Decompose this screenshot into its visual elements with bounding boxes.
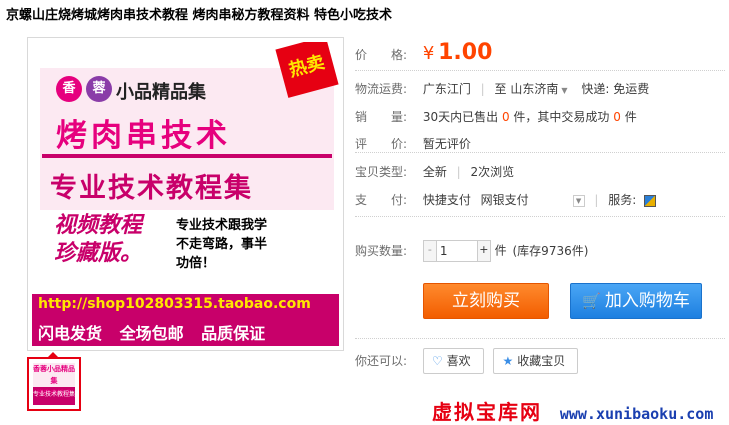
poster-subheadline: 专业技术教程集 <box>50 173 253 204</box>
like-button[interactable]: ♡ 喜欢 <box>422 348 484 374</box>
poster-video-label: 视频教程 珍藏版。 <box>54 212 174 268</box>
quantity-stepper: - + <box>422 240 491 262</box>
review-row: 评 价: 暂无评价 <box>355 135 471 152</box>
shipping-destination: 山东济南 <box>510 82 559 96</box>
sales-prefix: 30天内已售出 <box>422 110 499 124</box>
favorite-label: 收藏宝贝 <box>517 354 566 368</box>
divider <box>355 338 725 339</box>
sales-suffix: 件 <box>624 110 637 124</box>
product-title: 京螺山庄烧烤城烤肉串技术教程 烤肉串秘方教程资料 特色小吃技术 <box>6 8 393 23</box>
sales-mid: 件，其中交易成功 <box>513 110 610 124</box>
shipping-label: 物流运费: <box>355 82 408 96</box>
sales-success-count: 0 <box>613 110 621 124</box>
sales-label: 销 量: <box>355 110 408 124</box>
payment-separator: | <box>594 193 599 207</box>
quantity-row: 购买数量: - + 件 (库存9736件) <box>355 240 588 262</box>
type-row: 宝贝类型: 全新 | 2次浏览 <box>355 163 514 180</box>
shipping-destination-select[interactable]: 山东济南 ▼ <box>510 82 567 96</box>
cart-icon: 🛒 <box>582 292 601 310</box>
favorite-button[interactable]: ★ 收藏宝贝 <box>493 348 579 374</box>
price-value: 1.00 <box>438 40 493 65</box>
divider <box>355 70 725 71</box>
sales-sold-count: 0 <box>501 110 510 124</box>
type-views: 2次浏览 <box>470 165 515 179</box>
poster-circle-2: 蓉 <box>86 76 112 102</box>
add-to-cart-button[interactable]: 🛒 加入购物车 <box>570 283 702 319</box>
poster-video-line1: 视频教程 <box>54 213 143 238</box>
poster-video-line2: 珍藏版。 <box>54 241 143 266</box>
poster-divider <box>42 154 332 158</box>
payment-method-1: 快捷支付 <box>422 193 471 207</box>
main-product-image[interactable]: 香 蓉 小品精品集 热卖 烤肉串技术 专业技术教程集 视频教程 珍藏版。 专业技… <box>27 37 344 351</box>
service-label: 服务: <box>608 193 637 207</box>
also-label: 你还可以: <box>355 353 408 368</box>
poster-slogan-line2: 不走弯路，事半 <box>176 237 268 252</box>
price-row: 价 格: ¥ 1.00 <box>355 40 492 65</box>
shipping-from: 广东江门 <box>422 82 471 96</box>
shipping-separator: | <box>480 82 485 96</box>
heart-icon: ♡ <box>431 354 443 368</box>
quantity-plus-button[interactable]: + <box>476 241 490 261</box>
poster-slogan: 专业技术跟我学 不走弯路，事半 功倍！ <box>176 216 267 273</box>
payment-expand-icon[interactable]: ▼ <box>572 194 585 207</box>
shipping-express: 快递: 免运费 <box>581 82 650 96</box>
type-separator: | <box>456 165 461 179</box>
thumbnail-line3: 专业技术教程集 <box>33 391 76 398</box>
type-condition: 全新 <box>422 165 447 179</box>
service-icon[interactable] <box>644 194 657 207</box>
poster-circle-1: 香 <box>56 76 82 102</box>
quantity-unit: 件 <box>494 243 507 258</box>
type-label: 宝贝类型: <box>355 165 408 179</box>
quantity-stock: (库存9736件) <box>512 243 589 258</box>
quantity-input[interactable] <box>436 241 477 261</box>
buy-now-button[interactable]: 立刻购买 <box>423 283 549 319</box>
poster-series: 小品精品集 <box>116 82 206 103</box>
payment-method-2: 网银支付 <box>480 193 529 207</box>
quantity-label: 购买数量: <box>355 243 408 258</box>
poster-shop-url: http://shop102803315.taobao.com <box>38 296 311 312</box>
thumbnail-1[interactable]: 香蓉小品精品集 烤肉串技术 专业技术教程集 <box>27 357 81 411</box>
currency-symbol: ¥ <box>422 43 435 64</box>
watermark: 虚拟宝库网 www.xunibaoku.com <box>432 396 713 425</box>
chevron-down-icon: ▼ <box>561 86 568 95</box>
poster-features: 闪电发货 全场包邮 品质保证 <box>38 324 266 343</box>
watermark-url: www.xunibaoku.com <box>559 405 714 423</box>
divider <box>355 216 725 217</box>
poster-slogan-line1: 专业技术跟我学 <box>176 218 268 233</box>
sales-row: 销 量: 30天内已售出 0 件，其中交易成功 0 件 <box>355 108 637 125</box>
like-label: 喜欢 <box>446 354 471 368</box>
quantity-minus-button[interactable]: - <box>423 241 437 261</box>
thumbnail-text: 香蓉小品精品集 烤肉串技术 <box>33 363 75 397</box>
star-icon: ★ <box>502 354 514 368</box>
thumbnail-line1: 香蓉小品精品集 <box>33 365 75 385</box>
add-to-cart-label: 加入购物车 <box>604 291 690 311</box>
thumbnail-image: 香蓉小品精品集 烤肉串技术 专业技术教程集 <box>33 363 75 405</box>
divider <box>355 152 725 153</box>
shipping-to-word: 至 <box>494 82 507 96</box>
watermark-name: 虚拟宝库网 <box>432 400 542 424</box>
also-row: 你还可以: ♡ 喜欢 ★ 收藏宝贝 <box>355 348 579 374</box>
payment-label: 支 付: <box>355 193 408 207</box>
price-label: 价 格: <box>355 48 408 62</box>
poster-headline: 烤肉串技术 <box>56 118 231 154</box>
poster-slogan-line3: 功倍！ <box>176 256 216 271</box>
payment-row: 支 付: 快捷支付 网银支付 ▼ | 服务: <box>355 191 657 208</box>
review-value: 暂无评价 <box>422 137 471 151</box>
poster: 香 蓉 小品精品集 热卖 烤肉串技术 专业技术教程集 视频教程 珍藏版。 专业技… <box>32 42 339 346</box>
review-label: 评 价: <box>355 137 408 151</box>
shipping-row: 物流运费: 广东江门 | 至 山东济南 ▼ 快递: 免运费 <box>355 80 649 97</box>
